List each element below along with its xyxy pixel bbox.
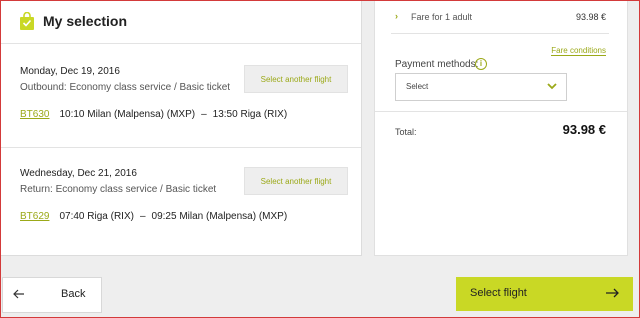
shopping-bag-icon — [20, 12, 34, 30]
selection-panel: My selection Monday, Dec 19, 2016 Outbou… — [1, 1, 362, 256]
selection-header: My selection — [1, 1, 361, 44]
depart-time: 10:10 — [59, 109, 85, 120]
page-title: My selection — [43, 13, 128, 29]
flight-divider — [1, 147, 361, 148]
route-dash: – — [139, 211, 146, 222]
select-flight-label: Select flight — [470, 287, 527, 299]
fare-divider — [391, 33, 609, 34]
arrive-place: Riga (RIX) — [240, 109, 288, 120]
arrive-time: 09:25 — [151, 211, 177, 222]
arrive-time: 13:50 — [212, 109, 238, 120]
flight-route: BT630 10:10 Milan (Malpensa) (MXP) –13:50 … — [20, 109, 287, 120]
chevron-right-icon: › — [395, 11, 398, 21]
flight-date: Wednesday, Dec 21, 2016 — [20, 168, 137, 179]
flight-code-link[interactable]: BT629 — [20, 211, 49, 222]
flight-service: Return: Economy class service / Basic ti… — [20, 184, 217, 195]
back-button[interactable]: Back — [2, 277, 102, 313]
select-another-flight-button[interactable]: Select another flight — [244, 65, 348, 93]
depart-time: 07:40 — [59, 211, 85, 222]
select-flight-button[interactable]: Select flight — [456, 277, 633, 311]
arrow-right-icon — [606, 288, 619, 298]
arrive-place: Milan (Malpensa) (MXP) — [179, 211, 288, 222]
total-value: 93.98 € — [562, 122, 606, 137]
depart-place: Riga (RIX) — [87, 211, 134, 222]
route-dash: – — [201, 109, 207, 120]
total-divider — [375, 111, 627, 112]
flight-route: BT629 07:40 Riga (RIX) –09:25 Milan (Malpe… — [20, 211, 287, 222]
select-another-flight-button[interactable]: Select another flight — [244, 167, 348, 195]
total-label: Total: — [395, 127, 417, 137]
flight-code-link[interactable]: BT630 — [20, 109, 49, 120]
flight-service: Outbound: Economy class service / Basic … — [20, 82, 231, 93]
flight-date: Monday, Dec 19, 2016 — [20, 66, 120, 77]
back-label: Back — [61, 288, 86, 300]
depart-place: Milan (Malpensa) (MXP) — [87, 109, 196, 120]
info-icon[interactable]: i — [475, 58, 487, 70]
chevron-down-icon — [547, 83, 557, 90]
payment-method-select[interactable]: Select — [395, 73, 567, 101]
arrow-left-icon — [13, 289, 24, 299]
fare-conditions-link[interactable]: Fare conditions — [551, 46, 606, 56]
fare-value: 93.98 € — [575, 12, 606, 22]
price-summary-panel: › Fare for 1 adult 93.98 € Fare conditio… — [374, 1, 628, 256]
fare-label: Fare for 1 adult — [411, 12, 473, 22]
payment-method-value: Select — [406, 82, 429, 91]
payment-methods-label: Payment methods: — [395, 59, 479, 70]
